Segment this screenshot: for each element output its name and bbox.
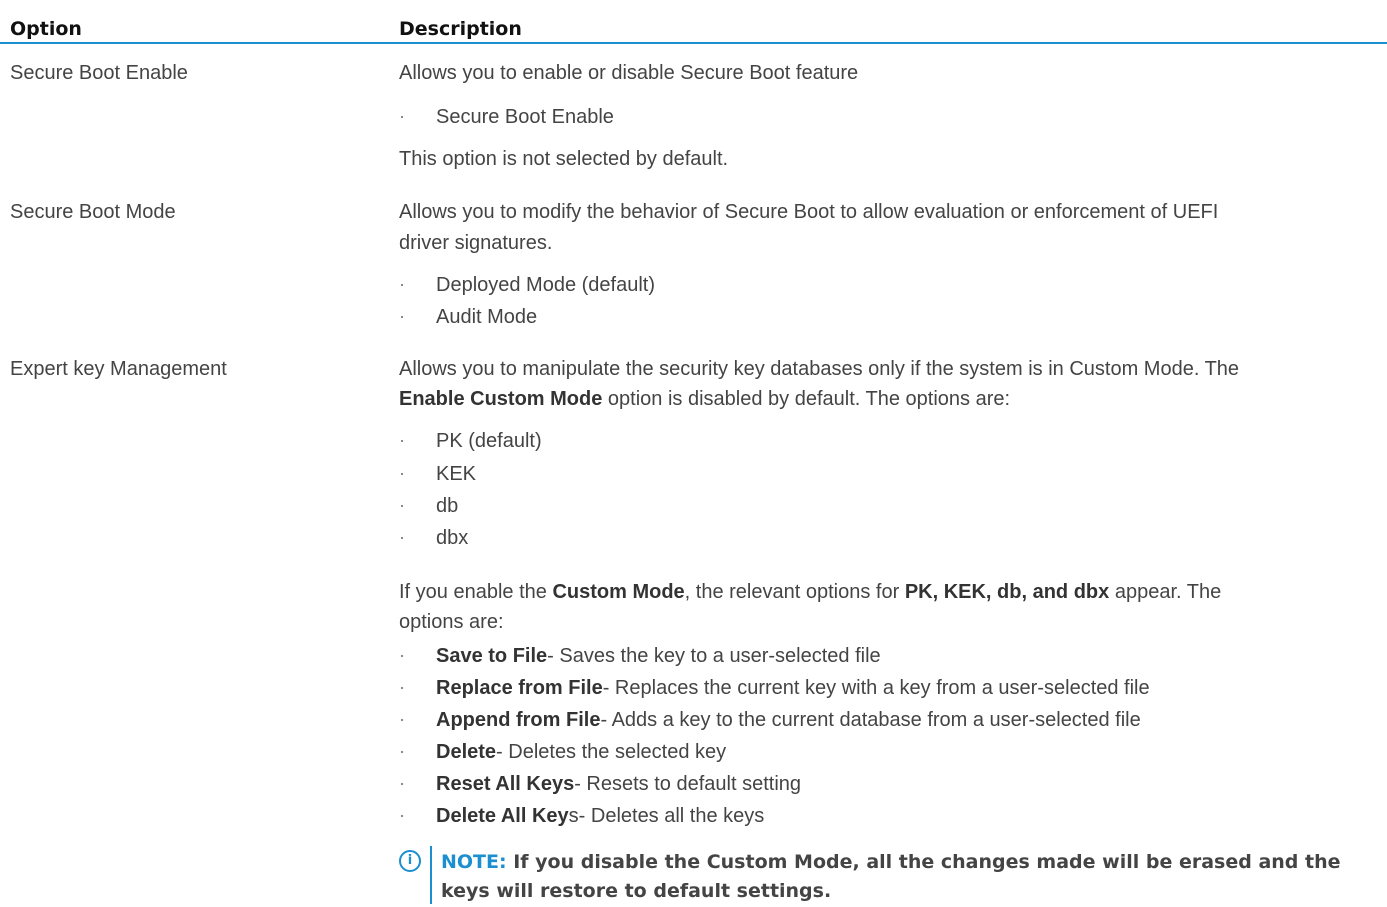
bullet-icon: ·: [399, 741, 405, 761]
description-text: Allows you to enable or disable Secure B…: [399, 62, 859, 84]
description-text: options are:: [399, 611, 504, 633]
description-text: Allows you to manipulate the security ke…: [399, 358, 1240, 380]
bullet-icon: ·: [399, 805, 405, 825]
bullet-icon: ·: [399, 773, 405, 793]
bullet-icon: ·: [399, 306, 405, 326]
note-callout: i NOTE: If you disable the Custom Mode, …: [399, 846, 1379, 904]
bullet-icon: ·: [399, 709, 405, 729]
header-option: Option: [10, 18, 82, 40]
description-text: If you enable the Custom Mode, the relev…: [399, 581, 1222, 603]
header-description: Description: [399, 18, 522, 40]
bullet-icon: ·: [399, 495, 405, 515]
option-label: Expert key Management: [10, 358, 227, 380]
description-text: Allows you to modify the behavior of Sec…: [399, 201, 1219, 223]
info-icon: i: [399, 850, 421, 872]
description-text: Enable Custom Mode option is disabled by…: [399, 388, 1011, 410]
bullet-icon: ·: [399, 677, 405, 697]
bullet-icon: ·: [399, 430, 405, 450]
note-text: NOTE: If you disable the Custom Mode, al…: [441, 851, 1341, 902]
option-label: Secure Boot Mode: [10, 201, 176, 223]
option-label: Secure Boot Enable: [10, 62, 188, 84]
bullet-icon: ·: [399, 463, 405, 483]
description-text: This option is not selected by default.: [399, 148, 729, 170]
bullet-icon: ·: [399, 106, 405, 126]
bullet-icon: ·: [399, 527, 405, 547]
bullet-icon: ·: [399, 274, 405, 294]
table-header: Option Description: [0, 0, 1387, 44]
bullet-icon: ·: [399, 645, 405, 665]
description-text: driver signatures.: [399, 232, 553, 254]
note-divider: [430, 846, 432, 904]
